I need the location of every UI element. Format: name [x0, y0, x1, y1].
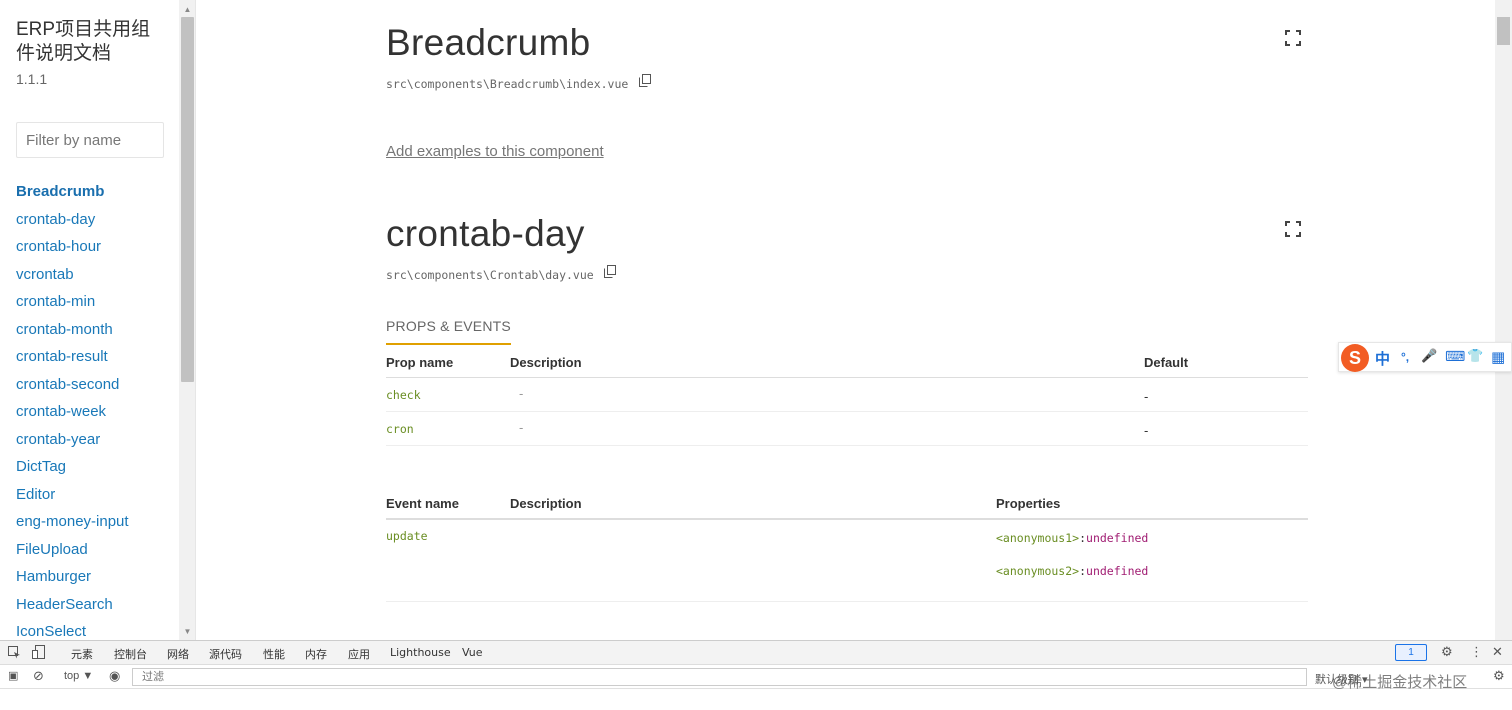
microphone-icon[interactable]: 🎤 [1421, 348, 1437, 364]
sidebar-item-crontab-hour[interactable]: crontab-hour [16, 233, 129, 261]
close-icon[interactable]: ✕ [1492, 644, 1503, 660]
tab-performance[interactable]: 性能 [263, 646, 285, 662]
col-prop-name: Prop name [386, 355, 454, 370]
col-default: Default [1144, 355, 1189, 370]
watermark: @稀土掘金技术社区 [1332, 674, 1468, 691]
main-content: Breadcrumb src\components\Breadcrumb\ind… [197, 0, 1495, 640]
console-filter-input[interactable] [132, 668, 1307, 686]
gear-icon[interactable]: ⚙ [1441, 644, 1453, 660]
sidebar-item-iconselect[interactable]: IconSelect [16, 618, 129, 640]
props-table-header: Prop name Description Default [386, 345, 1308, 378]
breadcrumb-title: Breadcrumb [386, 22, 591, 63]
context-select[interactable]: top ▼ [64, 670, 93, 682]
tab-network[interactable]: 网络 [167, 646, 189, 662]
prop-name: cron [386, 422, 414, 436]
sidebar-item-eng-money-input[interactable]: eng-money-input [16, 508, 129, 536]
tab-console[interactable]: 控制台 [114, 646, 147, 667]
event-property: <anonymous1>:undefined [996, 531, 1149, 545]
ime-punctuation-icon[interactable]: °, [1401, 350, 1409, 364]
fullscreen-icon[interactable] [1285, 30, 1301, 46]
table-row: update <anonymous1>:undefined <anonymous… [386, 520, 1308, 602]
property-type: undefined [1086, 531, 1149, 545]
inspect-icon[interactable] [8, 646, 21, 659]
sogou-logo-icon[interactable]: S [1341, 344, 1369, 372]
main-scrollbar[interactable] [1495, 0, 1512, 640]
sidebar-item-crontab-result[interactable]: crontab-result [16, 343, 129, 371]
table-row: cron - - [386, 412, 1308, 446]
tab-sources[interactable]: 源代码 [209, 646, 242, 662]
sidebar-item-crontab-min[interactable]: crontab-min [16, 288, 129, 316]
add-examples-link[interactable]: Add examples to this component [386, 143, 604, 160]
sidebar-toggle-icon[interactable]: ▣ [8, 669, 18, 682]
ime-chinese-mode[interactable]: 中 [1375, 348, 1390, 369]
clear-console-icon[interactable]: ⊘ [33, 668, 44, 684]
copy-icon[interactable] [639, 74, 651, 87]
events-table: Event name Description Properties update… [386, 487, 1308, 602]
devtools-tabbar: 元素 控制台 网络 源代码 性能 内存 应用 Lighthouse Vue 1 … [0, 641, 1512, 667]
skin-icon[interactable]: 👕 [1467, 348, 1483, 364]
issues-count: 1 [1408, 647, 1414, 658]
prop-default: - [1144, 423, 1149, 438]
tab-memory[interactable]: 内存 [305, 646, 327, 662]
device-toggle-icon[interactable] [32, 645, 45, 660]
tab-elements[interactable]: 元素 [71, 646, 93, 662]
tab-lighthouse[interactable]: Lighthouse [390, 646, 451, 659]
events-table-header: Event name Description Properties [386, 487, 1308, 520]
sidebar: ERP项目共用组件说明文档 1.1.1 Breadcrumb crontab-d… [0, 0, 196, 640]
col-description: Description [510, 355, 582, 370]
prop-default: - [1144, 389, 1149, 404]
sidebar-item-editor[interactable]: Editor [16, 481, 129, 509]
sidebar-item-dicttag[interactable]: DictTag [16, 453, 129, 481]
more-options-icon[interactable]: ⋮ [1470, 644, 1483, 660]
app-version: 1.1.1 [16, 71, 48, 87]
prop-description: - [519, 386, 524, 401]
sidebar-item-breadcrumb[interactable]: Breadcrumb [16, 178, 129, 206]
filter-input[interactable] [16, 122, 164, 158]
prop-name: check [386, 388, 421, 402]
console-settings-icon[interactable]: ⚙ [1493, 668, 1505, 684]
crontab-day-title: crontab-day [386, 213, 585, 254]
sidebar-item-fileupload[interactable]: FileUpload [16, 536, 129, 564]
property-type: undefined [1086, 564, 1149, 578]
sidebar-item-vcrontab[interactable]: vcrontab [16, 261, 129, 289]
tab-props-events[interactable]: PROPS & EVENTS [386, 318, 511, 345]
devtools-panel: 元素 控制台 网络 源代码 性能 内存 应用 Lighthouse Vue 1 … [0, 640, 1512, 710]
ime-toolbar: S 中 °, 🎤 ⌨ 👕 ▦ [1338, 342, 1512, 372]
issues-badge[interactable]: 1 [1395, 644, 1427, 661]
col-event-name: Event name [386, 496, 459, 511]
event-property: <anonymous2>:undefined [996, 564, 1149, 578]
property-name: <anonymous2> [996, 564, 1080, 578]
component-list: Breadcrumb crontab-day crontab-hour vcro… [16, 178, 129, 640]
scroll-up-arrow-icon[interactable]: ▲ [181, 3, 194, 16]
breadcrumb-path: src\components\Breadcrumb\index.vue [386, 77, 629, 91]
table-row: check - - [386, 378, 1308, 412]
sidebar-item-crontab-year[interactable]: crontab-year [16, 426, 129, 454]
console-toolbar: ▣ ⊘ top ▼ ◉ 默认级别 ▾ ⚙ [0, 665, 1512, 689]
scroll-down-arrow-icon[interactable]: ▼ [181, 625, 194, 638]
keyboard-icon[interactable]: ⌨ [1445, 348, 1465, 365]
sidebar-item-headersearch[interactable]: HeaderSearch [16, 591, 129, 619]
fullscreen-icon[interactable] [1285, 221, 1301, 237]
app-title: ERP项目共用组件说明文档 [16, 19, 151, 64]
prop-description: - [519, 420, 524, 435]
crontab-day-path: src\components\Crontab\day.vue [386, 268, 594, 282]
event-name: update [386, 529, 428, 543]
toolbox-icon[interactable]: ▦ [1491, 348, 1505, 366]
sidebar-item-crontab-month[interactable]: crontab-month [16, 316, 129, 344]
eye-icon[interactable]: ◉ [109, 668, 120, 684]
props-table: Prop name Description Default check - - … [386, 345, 1308, 446]
sidebar-item-crontab-second[interactable]: crontab-second [16, 371, 129, 399]
sidebar-scroll-thumb[interactable] [181, 17, 194, 382]
sidebar-item-crontab-week[interactable]: crontab-week [16, 398, 129, 426]
sidebar-item-crontab-day[interactable]: crontab-day [16, 206, 129, 234]
col-description: Description [510, 496, 582, 511]
sidebar-item-hamburger[interactable]: Hamburger [16, 563, 129, 591]
col-properties: Properties [996, 496, 1061, 511]
property-name: <anonymous1> [996, 531, 1080, 545]
tab-application[interactable]: 应用 [348, 646, 370, 662]
tab-vue[interactable]: Vue [462, 646, 483, 659]
copy-icon[interactable] [604, 265, 616, 278]
main-scroll-thumb[interactable] [1497, 17, 1510, 45]
